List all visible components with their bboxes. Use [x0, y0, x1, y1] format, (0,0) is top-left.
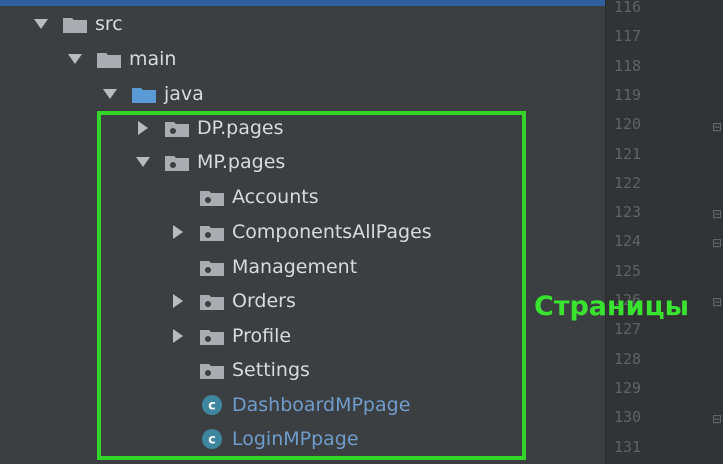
fold-marker-icon[interactable]: ⊟: [712, 295, 723, 309]
line-number: 122: [614, 173, 642, 192]
folder-icon: [63, 16, 87, 33]
fold-marker-icon[interactable]: ⊟: [712, 120, 723, 134]
annotation-label: Страницы: [534, 291, 690, 322]
tree-item-label: java: [164, 83, 204, 105]
line-number: 130: [614, 408, 642, 427]
tree-item-label: src: [95, 13, 123, 35]
tree-item-label: main: [129, 48, 177, 70]
line-number: 125: [614, 261, 642, 280]
line-number: 123: [614, 203, 642, 222]
tree-item-main[interactable]: main: [68, 44, 176, 74]
fold-marker-icon[interactable]: ⊟: [712, 236, 723, 250]
line-number: 119: [614, 85, 642, 104]
line-number: 128: [614, 349, 642, 368]
fold-marker-icon[interactable]: ⊟: [712, 412, 723, 426]
chevron-down-icon[interactable]: [103, 87, 117, 101]
line-number: 127: [614, 320, 642, 339]
chevron-down-icon[interactable]: [68, 52, 82, 66]
highlight-box: [97, 111, 526, 460]
line-number: 117: [614, 27, 642, 46]
chevron-down-icon[interactable]: [34, 17, 48, 31]
tree-item-src[interactable]: src: [34, 9, 123, 39]
line-number: 124: [614, 232, 642, 251]
line-number: 121: [614, 144, 642, 163]
line-number: 131: [614, 437, 642, 456]
folder-icon: [97, 51, 121, 68]
line-number: 120: [614, 115, 642, 134]
source-root-folder-icon: [132, 86, 156, 103]
fold-marker-icon[interactable]: ⊟: [712, 207, 723, 221]
line-number: 116: [614, 0, 642, 16]
line-number: 129: [614, 378, 642, 397]
tree-item-java[interactable]: java: [103, 79, 204, 109]
line-number: 118: [614, 56, 642, 75]
